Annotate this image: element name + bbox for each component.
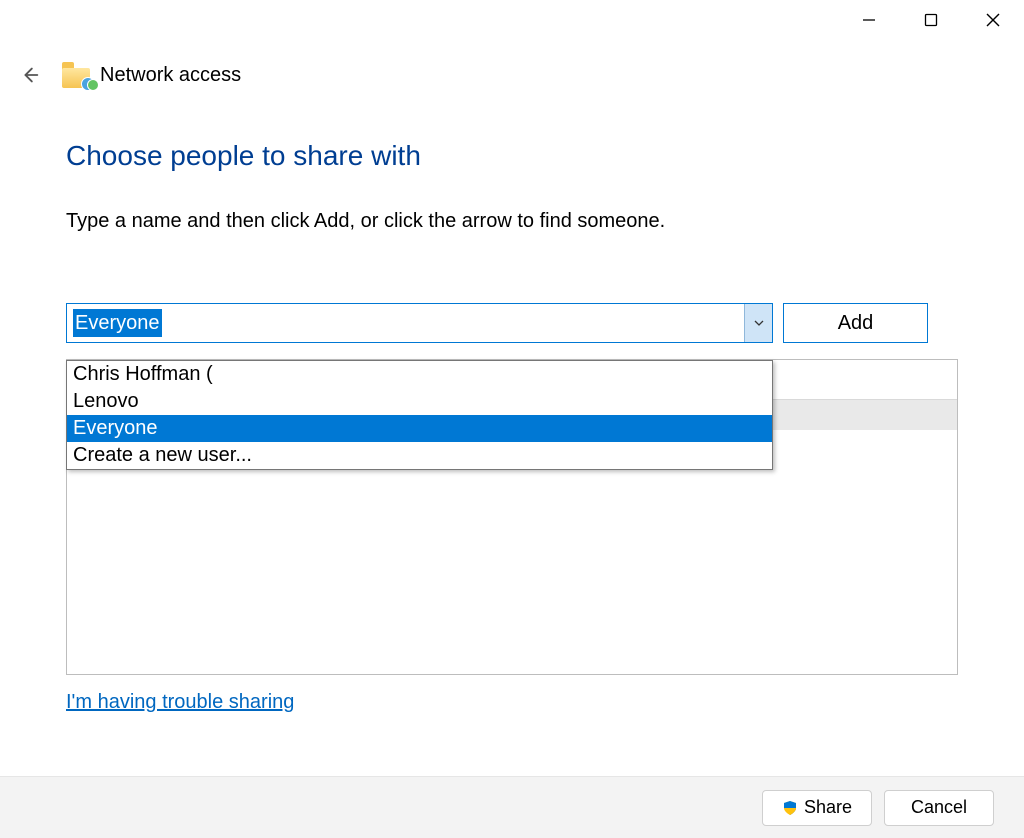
back-button[interactable] [12,57,48,93]
add-people-row: Everyone Add [66,303,928,343]
cancel-button[interactable]: Cancel [884,790,994,826]
window-title: Network access [100,64,241,87]
people-dropdown: Chris Hoffman ( Lenovo Everyone Create a… [66,360,773,470]
share-button[interactable]: Share [762,790,872,826]
people-combobox[interactable]: Everyone [66,303,773,343]
window-titlebar [0,0,1024,48]
footer-bar: Share Cancel [0,776,1024,838]
network-folder-icon [62,62,92,88]
share-button-label: Share [804,797,852,818]
maximize-button[interactable] [900,0,962,40]
dropdown-option[interactable]: Everyone [67,415,772,442]
dropdown-option[interactable]: Lenovo [67,388,772,415]
page-heading: Choose people to share with [66,140,1024,172]
people-input-selection: Everyone [73,309,162,337]
minimize-button[interactable] [838,0,900,40]
close-button[interactable] [962,0,1024,40]
combobox-arrow-button[interactable] [744,304,772,342]
dropdown-option[interactable]: Create a new user... [67,442,772,469]
instructions-text: Type a name and then click Add, or click… [66,210,1024,233]
people-input[interactable]: Everyone [66,303,773,343]
shield-icon [782,800,798,816]
add-button[interactable]: Add [783,303,928,343]
dropdown-option[interactable]: Chris Hoffman ( [67,361,772,388]
trouble-sharing-link[interactable]: I'm having trouble sharing [66,691,294,714]
header-row: Network access [0,48,1024,96]
window-controls [838,0,1024,40]
chevron-down-icon [753,317,765,329]
